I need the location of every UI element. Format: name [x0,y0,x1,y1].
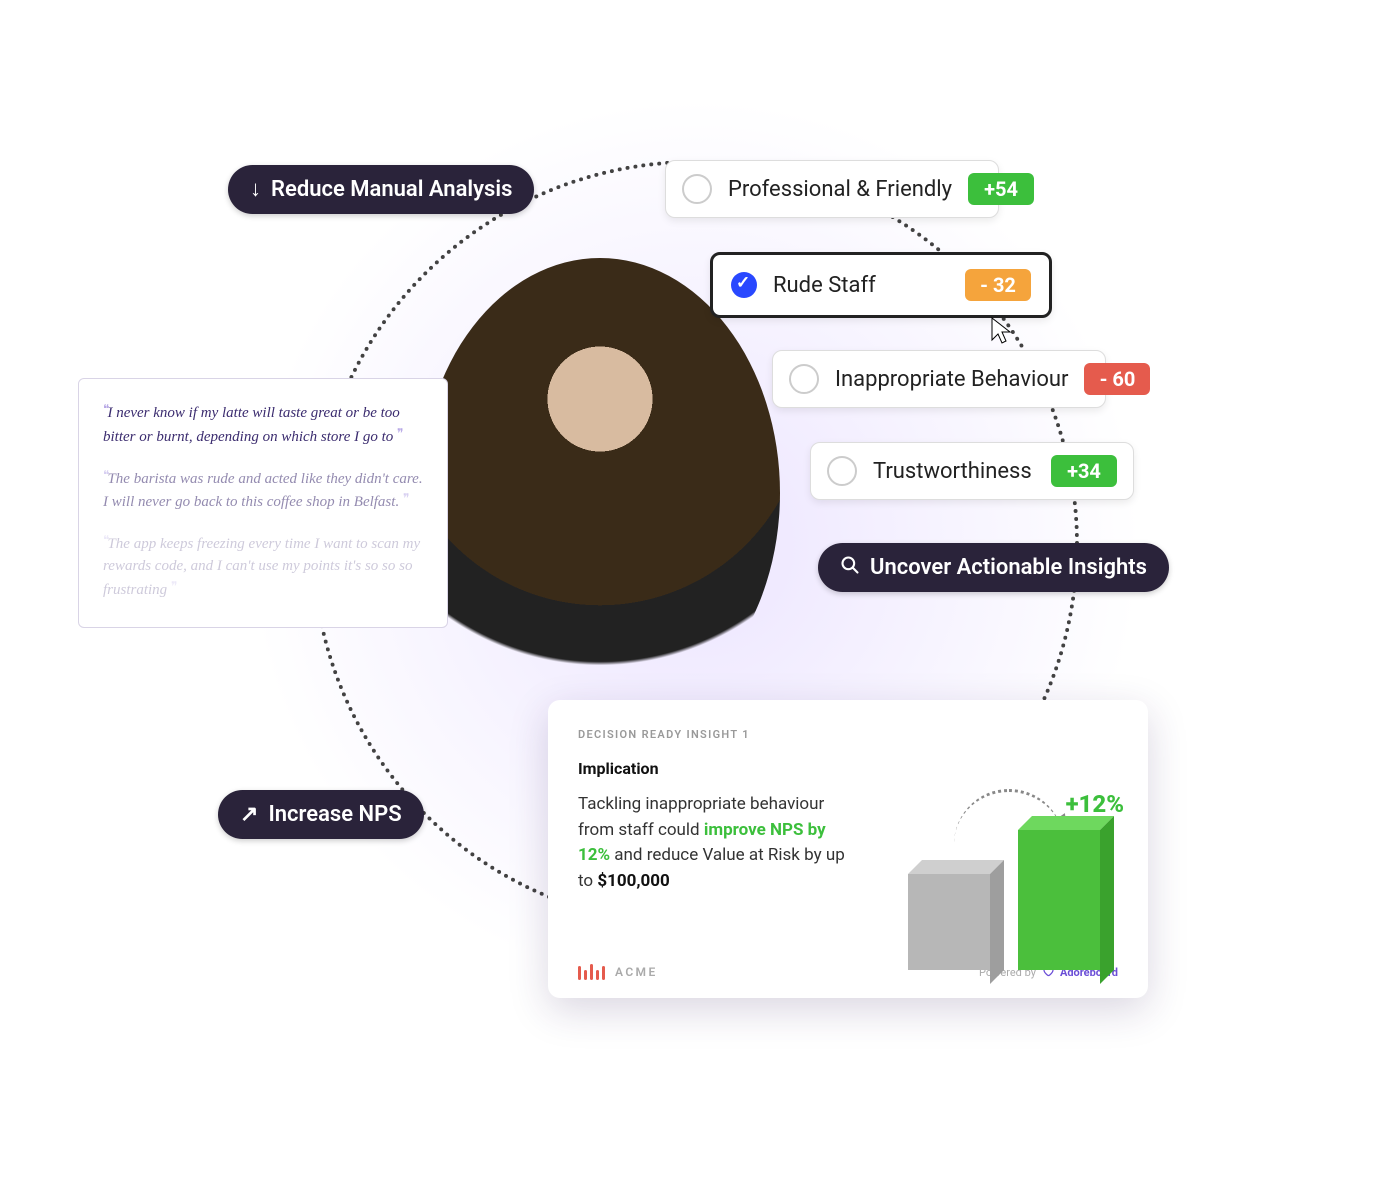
pill-label: Uncover Actionable Insights [870,555,1147,580]
cursor-icon [990,316,1014,351]
arrow-up-right-icon: ↗ [240,804,258,826]
quote-item: ❝The barista was rude and acted like the… [103,467,423,515]
theme-chip-professional-friendly[interactable]: Professional & Friendly +54 [665,160,999,218]
theme-label: Inappropriate Behaviour [835,367,1068,392]
theme-chip-rude-staff[interactable]: Rude Staff - 32 [710,252,1052,318]
quote-item: ❝I never know if my latte will taste gre… [103,401,423,449]
score-badge: - 32 [965,269,1031,301]
bar-projected [1018,830,1100,970]
delta-label: +12% [1066,790,1124,818]
theme-label: Trustworthiness [873,459,1035,484]
theme-chip-trustworthiness[interactable]: Trustworthiness +34 [810,442,1134,500]
brand-name: ACME [615,965,658,979]
pill-label: Reduce Manual Analysis [271,177,512,202]
radio-icon [682,174,712,204]
score-badge: +54 [968,173,1034,205]
insight-eyebrow: DECISION READY INSIGHT 1 [578,728,1118,741]
quote-item: ❝The app keeps freezing every time I wan… [103,532,423,601]
radio-icon [827,456,857,486]
search-icon [840,555,860,580]
bar-current [908,874,990,970]
pill-reduce-manual-analysis[interactable]: ↓ Reduce Manual Analysis [228,165,534,214]
theme-label: Professional & Friendly [728,177,952,202]
brand-acme: ACME [578,964,658,980]
score-badge: +34 [1051,455,1117,487]
pill-label: Increase NPS [268,802,401,827]
pill-increase-nps[interactable]: ↗ Increase NPS [218,790,424,839]
arrow-down-icon: ↓ [250,179,261,201]
score-badge: - 60 [1084,363,1150,395]
acme-logo-icon [578,964,605,980]
radio-icon [789,364,819,394]
insight-body: Tackling inappropriate behaviour from st… [578,792,858,894]
theme-chip-inappropriate-behaviour[interactable]: Inappropriate Behaviour - 60 [772,350,1106,408]
theme-label: Rude Staff [773,273,949,298]
pill-uncover-insights[interactable]: Uncover Actionable Insights [818,543,1169,592]
stage: ↓ Reduce Manual Analysis ↗ Increase NPS … [0,0,1390,1180]
radio-checked-icon [731,272,757,298]
hero-person-illustration [420,258,780,728]
feedback-quotes-card: ❝I never know if my latte will taste gre… [78,378,448,628]
nps-mini-bar-chart: +12% [908,800,1118,970]
insight-card: DECISION READY INSIGHT 1 Implication Tac… [548,700,1148,998]
insight-heading: Implication [578,759,1118,778]
